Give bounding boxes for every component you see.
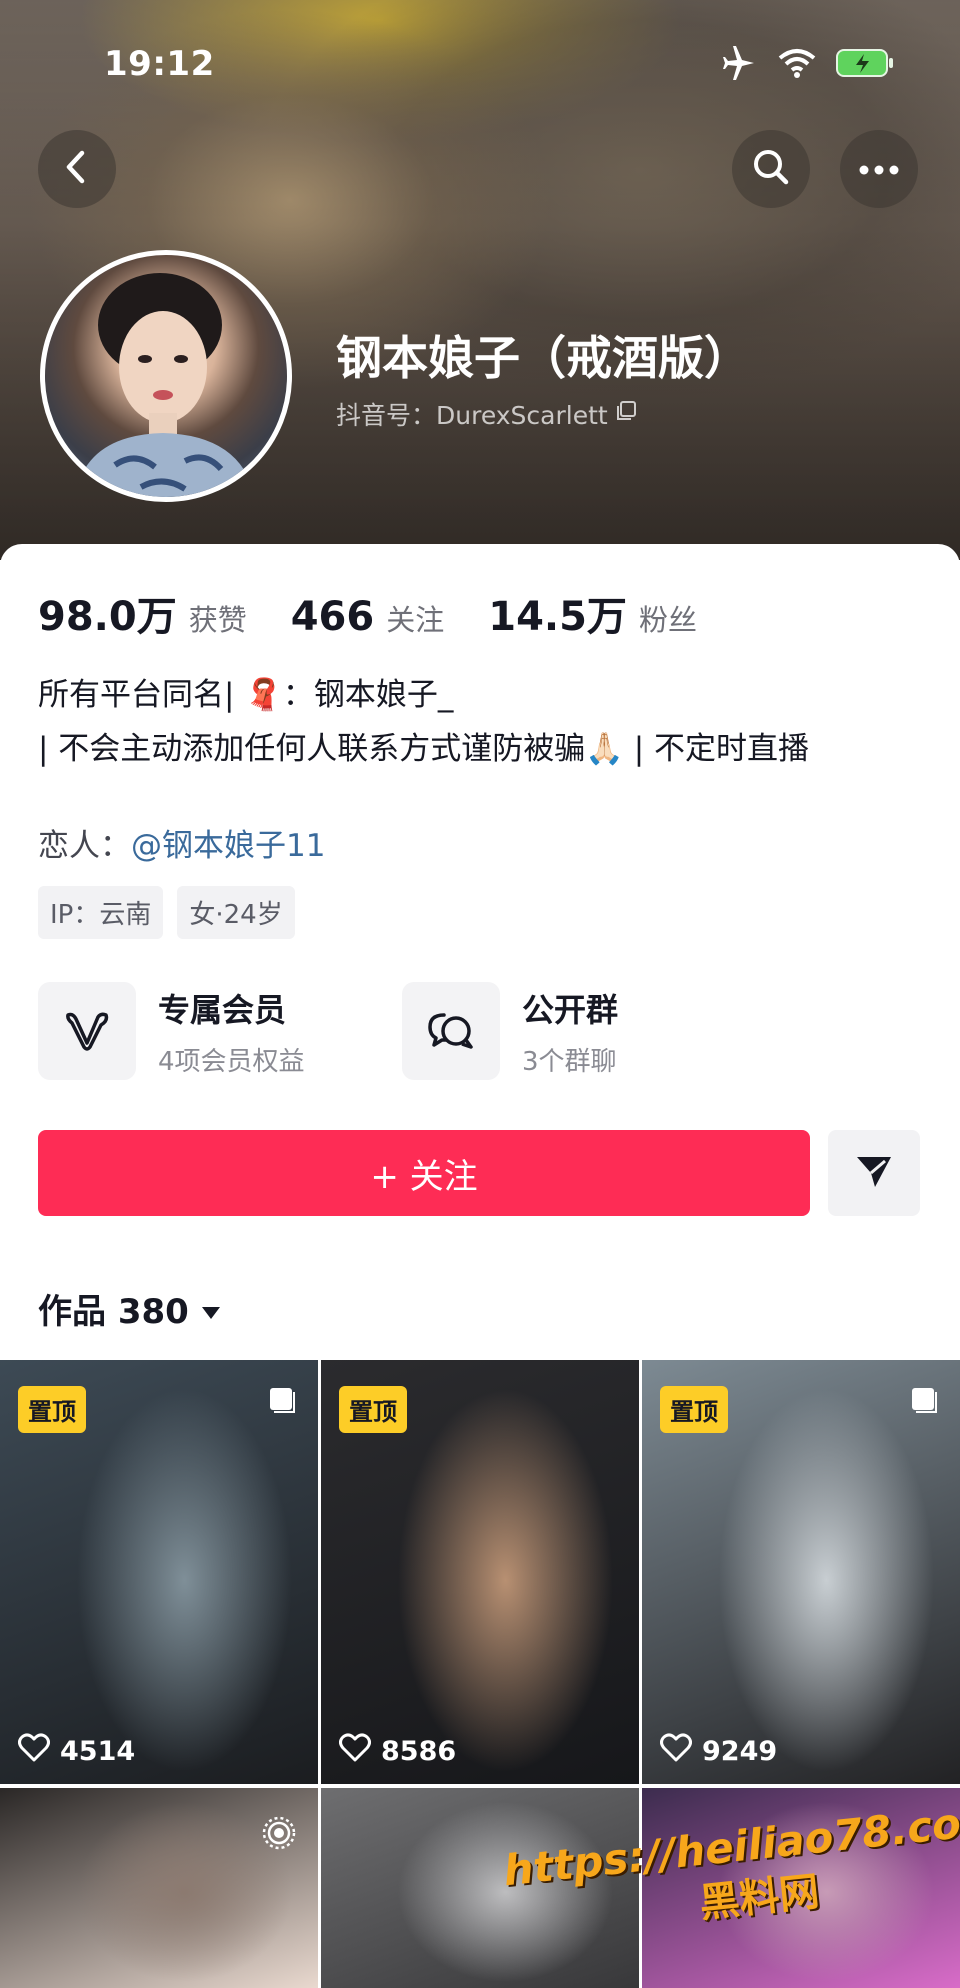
heart-outline-icon — [18, 1733, 50, 1770]
video-thumbnail[interactable] — [0, 1788, 318, 1988]
send-arrow-icon — [855, 1153, 893, 1193]
following-label: 关注 — [386, 603, 445, 637]
wifi-icon — [778, 48, 816, 82]
live-photo-icon — [262, 1816, 296, 1854]
following-count[interactable]: 466 — [291, 594, 375, 640]
public-group-subtitle: 3个群聊 — [522, 1046, 617, 1077]
pinned-badge: 置顶 — [18, 1386, 86, 1433]
douyin-id-text: 抖音号：DurexScarlett — [336, 401, 608, 430]
status-icons — [720, 46, 894, 84]
status-bar: 19:12 — [0, 38, 960, 90]
membership-entry[interactable]: 专属会员 4项会员权益 — [38, 982, 305, 1080]
avatar-portrait — [75, 273, 255, 497]
profile-bio: 所有平台同名| 🧣：钢本娘子_ | 不会主动添加任何人联系方式谨防被骗🙏🏻 | … — [38, 668, 938, 776]
works-tab-label: 作品 380 — [38, 1292, 189, 1332]
profile-stats: 98.0万 获赞 466 关注 14.5万 粉丝 — [38, 584, 741, 642]
heart-outline-icon — [339, 1733, 371, 1770]
video-likes: 9249 — [660, 1733, 777, 1770]
chat-bubbles-icon — [402, 982, 500, 1080]
multi-image-icon — [268, 1386, 296, 1418]
works-tab[interactable]: 作品 380 — [38, 1284, 221, 1333]
video-likes-count: 4514 — [60, 1736, 136, 1767]
airplane-icon — [720, 46, 758, 84]
video-thumbnail[interactable]: 置顶 9249 — [642, 1360, 960, 1784]
video-likes: 4514 — [18, 1733, 135, 1770]
bio-line: | 不会主动添加任何人联系方式谨防被骗🙏🏻 | 不定时直播 — [38, 731, 810, 767]
likes-label: 获赞 — [188, 603, 247, 637]
public-group-entry[interactable]: 公开群 3个群聊 — [402, 982, 618, 1080]
caret-down-icon — [201, 1289, 221, 1329]
v-heart-icon — [38, 982, 136, 1080]
more-options-button[interactable] — [840, 130, 918, 208]
profile-avatar[interactable] — [40, 250, 292, 502]
pinned-badge: 置顶 — [660, 1386, 728, 1433]
gender-age-tag: 女·24岁 — [177, 886, 295, 939]
ip-location-tag: IP：云南 — [38, 886, 164, 939]
lover-row: 恋人：@钢本娘子11 — [38, 820, 325, 865]
video-likes-count: 9249 — [702, 1736, 778, 1767]
lover-mention-link[interactable]: @钢本娘子11 — [131, 828, 325, 864]
likes-count[interactable]: 98.0万 — [38, 584, 177, 642]
battery-icon — [836, 48, 894, 82]
douyin-id-row[interactable]: 抖音号：DurexScarlett — [336, 396, 638, 432]
pinned-badge: 置顶 — [339, 1386, 407, 1433]
back-button[interactable] — [38, 130, 116, 208]
video-likes: 8586 — [339, 1733, 456, 1770]
bio-line: 所有平台同名| 🧣：钢本娘子_ — [38, 677, 454, 713]
status-time: 19:12 — [104, 44, 215, 84]
followers-count[interactable]: 14.5万 — [488, 584, 627, 642]
follow-button-label: + 关注 — [370, 1156, 478, 1197]
video-thumbnail[interactable]: 置顶 4514 — [0, 1360, 318, 1784]
chevron-left-icon — [62, 150, 92, 188]
search-icon — [751, 147, 791, 191]
profile-tags: IP：云南 女·24岁 — [38, 886, 295, 939]
video-thumbnail[interactable]: 置顶 8586 — [321, 1360, 639, 1784]
follow-button[interactable]: + 关注 — [38, 1130, 810, 1216]
share-button[interactable] — [828, 1130, 920, 1216]
heart-outline-icon — [660, 1733, 692, 1770]
membership-subtitle: 4项会员权益 — [158, 1046, 305, 1077]
copy-icon[interactable] — [614, 399, 638, 429]
lover-label: 恋人： — [38, 828, 131, 864]
followers-label: 粉丝 — [638, 603, 697, 637]
more-dots-icon — [859, 160, 899, 179]
profile-nickname: 钢本娘子（戒酒版） — [336, 331, 750, 385]
video-likes-count: 8586 — [381, 1736, 457, 1767]
search-button[interactable] — [732, 130, 810, 208]
profile-header-background: 19:12 钢本娘子（戒酒版） 抖音号：DurexScarlett — [0, 0, 960, 560]
membership-title: 专属会员 — [158, 990, 287, 1029]
public-group-title: 公开群 — [522, 990, 619, 1029]
multi-image-icon — [910, 1386, 938, 1418]
